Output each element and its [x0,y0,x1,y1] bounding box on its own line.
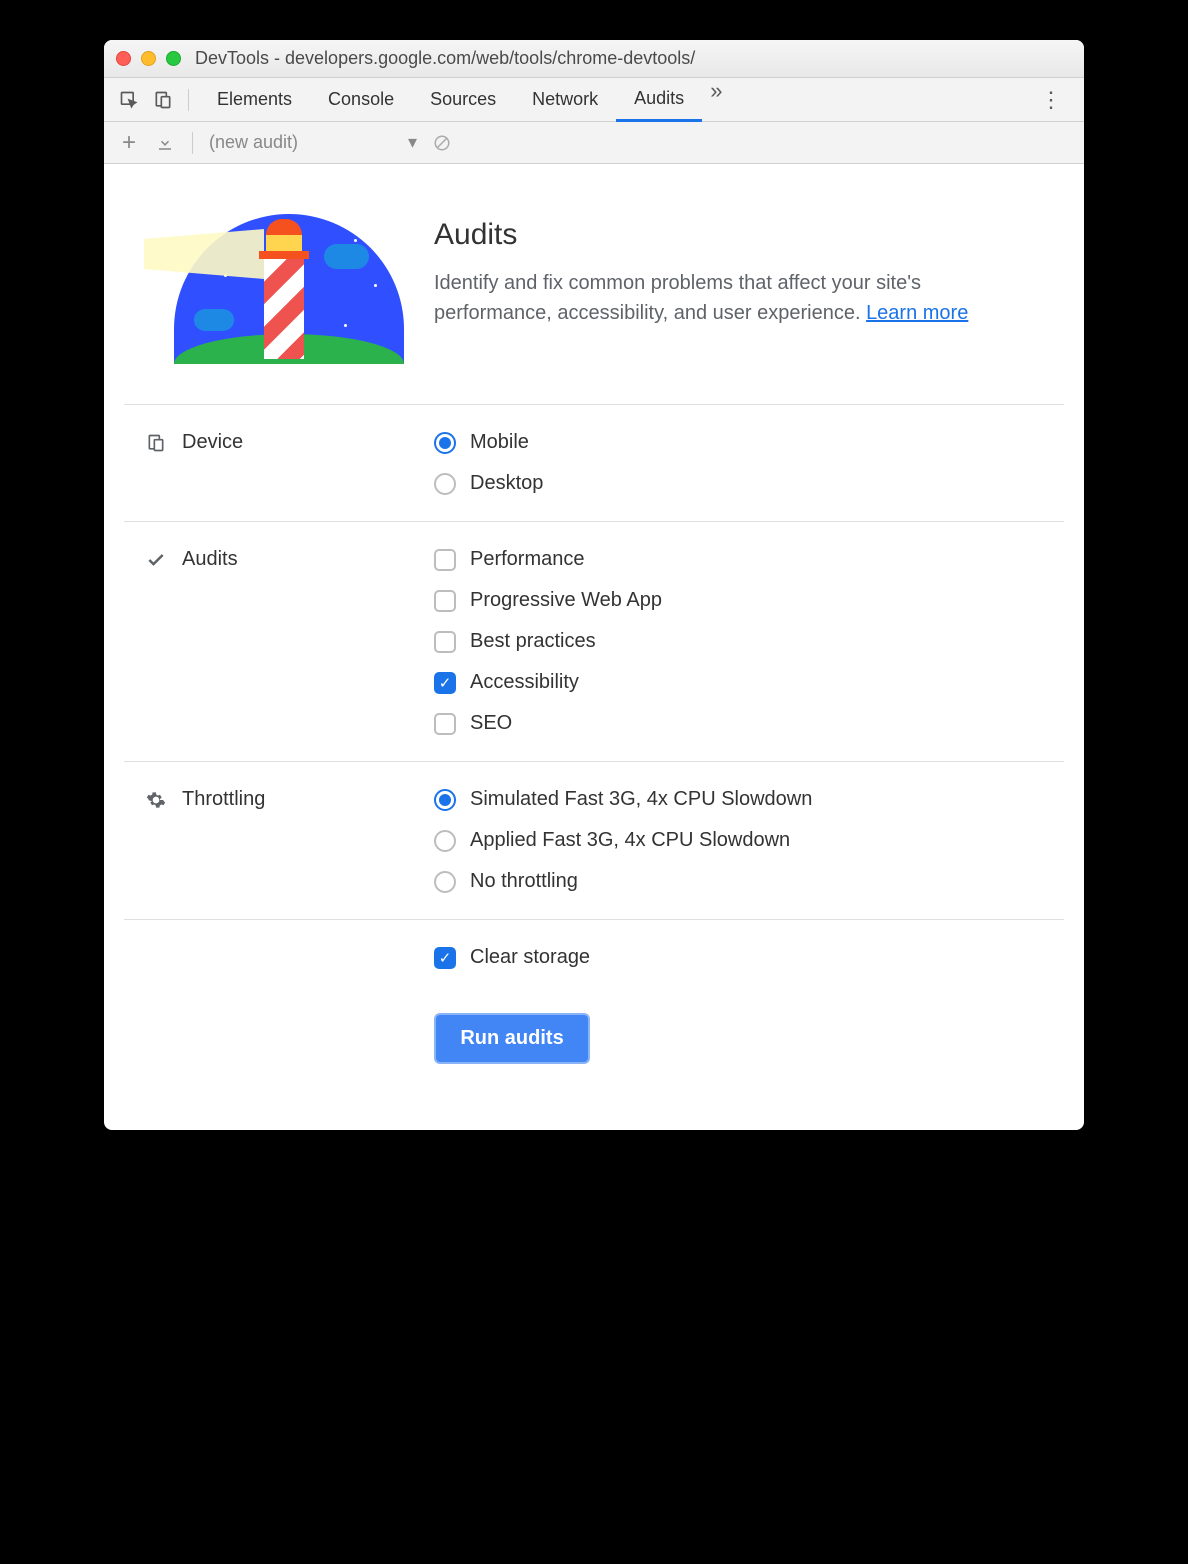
panel-title: Audits [434,218,1044,252]
audits-panel: Audits Identify and fix common problems … [104,164,1084,1130]
checkbox-best-practices[interactable]: Best practices [434,630,662,653]
kebab-menu-icon[interactable]: ⋮ [1030,87,1074,113]
radio-applied[interactable]: Applied Fast 3G, 4x CPU Slowdown [434,829,812,852]
run-audits-button[interactable]: Run audits [434,1013,590,1064]
radio-no-throttling[interactable]: No throttling [434,870,812,893]
window-titlebar: DevTools - developers.google.com/web/too… [104,40,1084,78]
audit-selector-dropdown[interactable]: (new audit) ▾ [205,132,421,153]
checkbox-performance[interactable]: Performance [434,548,662,571]
new-audit-icon[interactable]: + [114,128,144,158]
tab-elements[interactable]: Elements [199,78,310,122]
radio-icon [434,789,456,811]
throttling-options: Simulated Fast 3G, 4x CPU Slowdown Appli… [434,788,812,893]
close-button[interactable] [116,51,131,66]
hero: Audits Identify and fix common problems … [124,194,1064,404]
window-title: DevTools - developers.google.com/web/too… [195,48,695,69]
section-audits: Audits Performance Progressive Web App B… [124,521,1064,761]
checkbox-icon [434,549,456,571]
chevron-down-icon: ▾ [408,132,417,153]
tab-audits[interactable]: Audits [616,78,702,122]
maximize-button[interactable] [166,51,181,66]
radio-desktop[interactable]: Desktop [434,472,543,495]
devtools-tabbar: Elements Console Sources Network Audits … [104,78,1084,122]
section-storage: ✓ Clear storage Run audits [124,919,1064,1090]
audits-toolbar: + (new audit) ▾ [104,122,1084,164]
tab-network[interactable]: Network [514,78,616,122]
section-throttling: Throttling Simulated Fast 3G, 4x CPU Slo… [124,761,1064,919]
checkbox-icon [434,631,456,653]
tab-console[interactable]: Console [310,78,412,122]
device-icon [144,431,168,455]
radio-icon [434,473,456,495]
gear-icon [144,788,168,812]
traffic-lights [116,51,181,66]
tab-sources[interactable]: Sources [412,78,514,122]
more-tabs-icon[interactable]: » [702,78,730,122]
section-device: Device Mobile Desktop [124,404,1064,521]
hero-text: Audits Identify and fix common problems … [434,204,1044,374]
device-toggle-icon[interactable] [148,85,178,115]
panel-tabs: Elements Console Sources Network Audits … [199,78,1026,122]
minimize-button[interactable] [141,51,156,66]
checkbox-icon: ✓ [434,672,456,694]
section-label-throttling: Throttling [182,788,265,811]
section-label-audits: Audits [182,548,238,571]
checkbox-clear-storage[interactable]: ✓ Clear storage [434,946,590,969]
devtools-window: DevTools - developers.google.com/web/too… [104,40,1084,1130]
separator [192,132,193,154]
checkbox-pwa[interactable]: Progressive Web App [434,589,662,612]
lighthouse-illustration [144,204,404,374]
checkbox-icon: ✓ [434,947,456,969]
checkbox-icon [434,590,456,612]
check-icon [144,548,168,572]
section-label-device: Device [182,431,243,454]
radio-icon [434,871,456,893]
dropdown-label: (new audit) [209,132,298,153]
audit-categories: Performance Progressive Web App Best pra… [434,548,662,735]
radio-icon [434,432,456,454]
inspect-icon[interactable] [114,85,144,115]
download-icon[interactable] [150,128,180,158]
learn-more-link[interactable]: Learn more [866,302,968,324]
checkbox-icon [434,713,456,735]
checkbox-seo[interactable]: SEO [434,712,662,735]
radio-mobile[interactable]: Mobile [434,431,543,454]
clear-icon[interactable] [427,128,457,158]
radio-simulated[interactable]: Simulated Fast 3G, 4x CPU Slowdown [434,788,812,811]
checkbox-accessibility[interactable]: ✓ Accessibility [434,671,662,694]
device-options: Mobile Desktop [434,431,543,495]
radio-icon [434,830,456,852]
separator [188,89,189,111]
panel-description: Identify and fix common problems that af… [434,268,1044,328]
